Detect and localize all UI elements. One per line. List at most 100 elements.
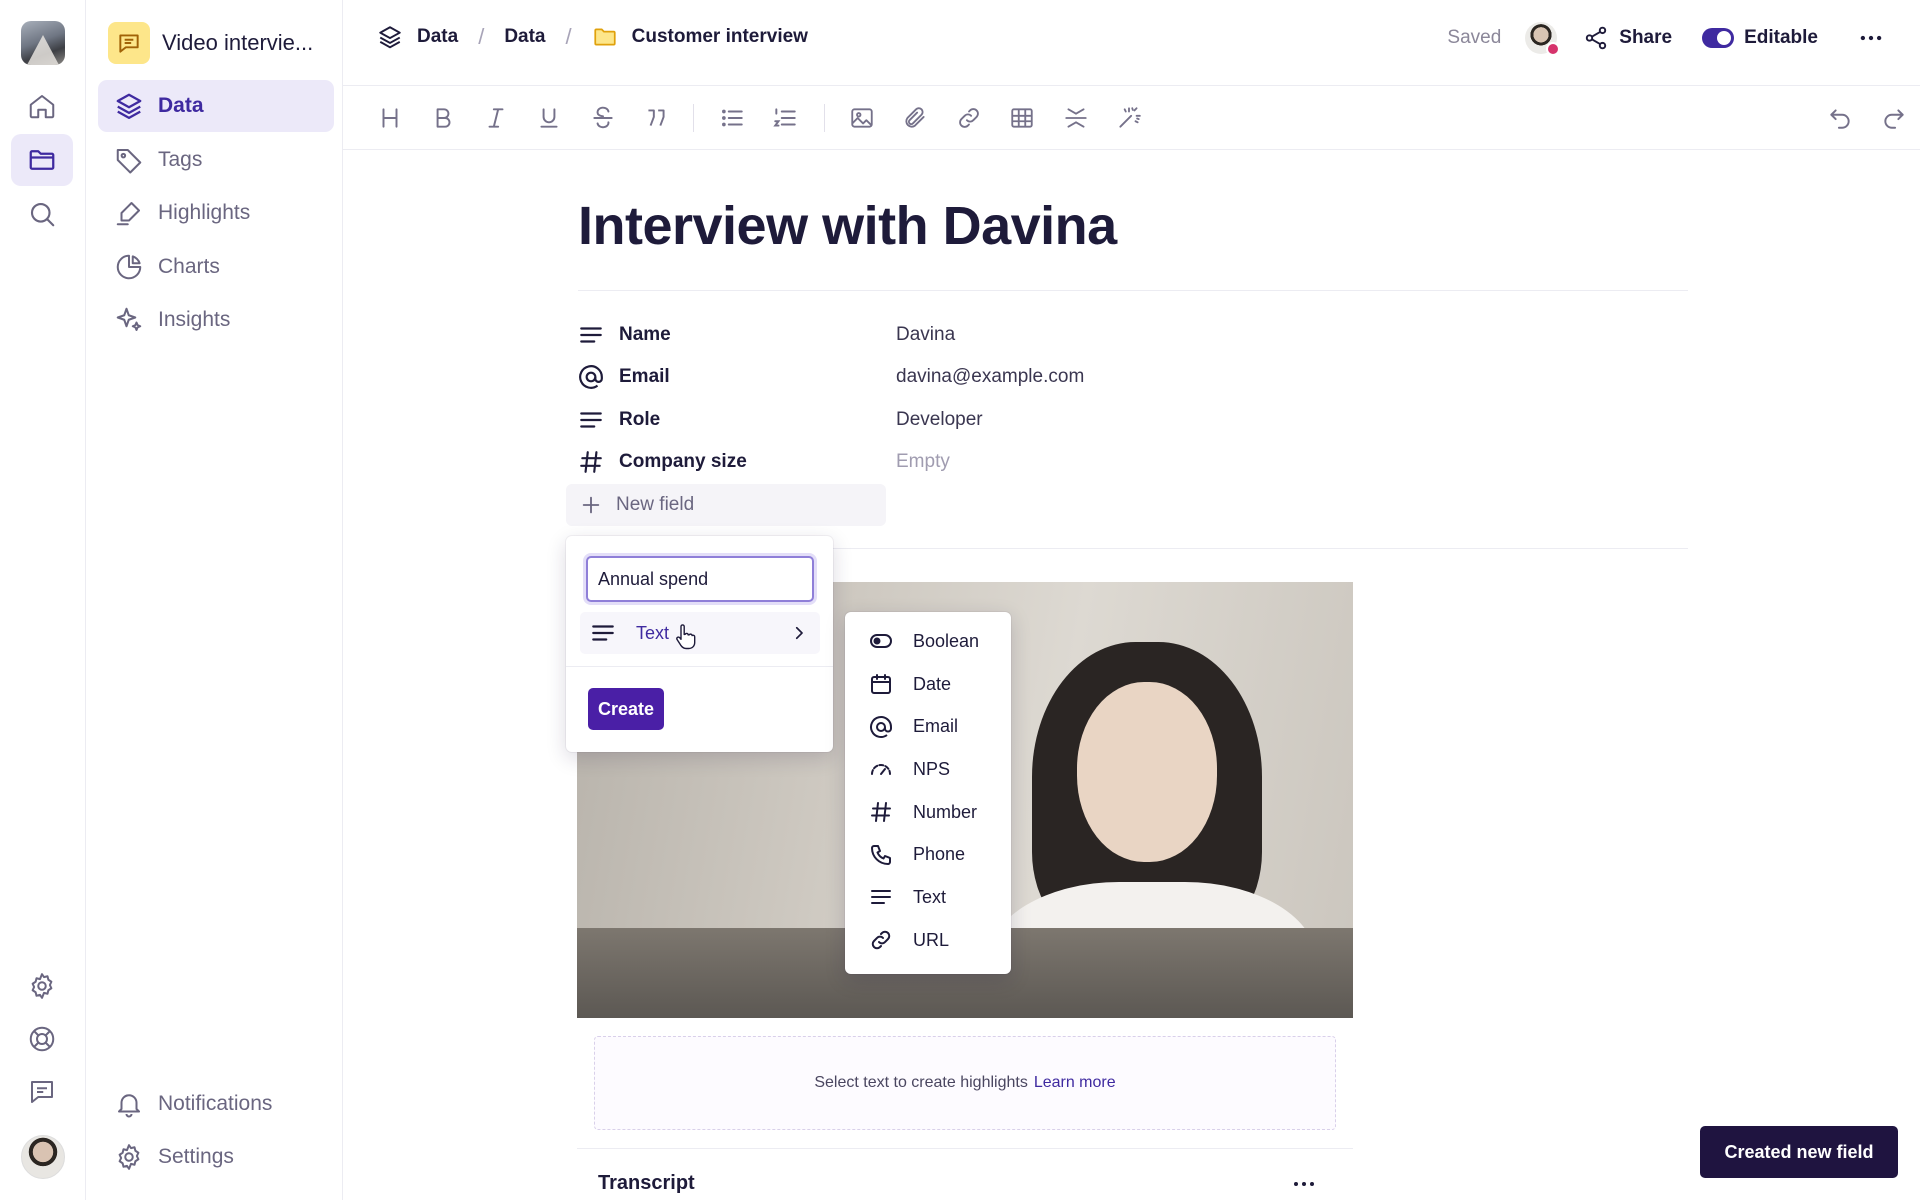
field-type-select[interactable]: Text [580,612,820,654]
type-option-label: Date [913,673,952,694]
sidebar-item-charts[interactable]: Charts [98,241,334,293]
table-icon[interactable] [1006,102,1038,134]
redo-icon[interactable] [1878,102,1910,134]
bell-icon [118,1094,140,1118]
strikethrough-icon[interactable] [587,102,619,134]
hash-icon [580,451,602,473]
calendar-icon [871,674,891,695]
breadcrumb-item[interactable]: Data [504,26,545,48]
sidebar-item-label: Notifications [158,1092,273,1115]
new-field-button[interactable]: New field [566,484,886,526]
type-option-label: NPS [913,758,951,779]
field-type-menu: Boolean Date Email NPS Number Phone Text… [845,612,1011,974]
image-icon[interactable] [846,102,878,134]
toggle-switch[interactable] [1702,28,1735,48]
property-value[interactable]: Developer [896,409,983,431]
underline-icon[interactable] [533,102,565,134]
highlighter-icon [116,202,140,226]
gauge-icon [871,764,891,776]
bullet-list-icon[interactable] [716,102,748,134]
property-value[interactable]: Empty [896,451,950,473]
more-options-icon[interactable] [1292,1178,1316,1190]
sidebar-item-label: Tags [158,148,203,171]
section-divider [577,1148,1353,1149]
chat-icon[interactable] [11,1066,73,1118]
breadcrumb: Data / Data / Customer interview [377,24,808,50]
property-row-name[interactable]: Name Davina [578,318,955,352]
pie-chart-icon [116,254,142,280]
property-row-company-size[interactable]: Company size Empty [578,445,950,479]
at-icon [870,715,892,738]
user-avatar[interactable] [21,1135,65,1179]
undo-icon[interactable] [1824,102,1856,134]
sidebar-item-tags[interactable]: Tags [98,134,334,186]
sidebar-item-highlights[interactable]: Highlights [98,187,334,239]
help-lifebuoy-icon[interactable] [11,1013,73,1065]
folder-icon[interactable] [11,134,73,186]
toast-notification: Created new field [1700,1126,1898,1178]
at-icon [579,365,603,389]
type-option-text[interactable]: Text [845,876,1011,919]
type-option-nps[interactable]: NPS [845,748,1011,791]
hand-cursor-icon [676,624,696,650]
page-title[interactable]: Interview with Davina [578,195,1117,257]
share-label: Share [1619,27,1673,48]
hash-icon [871,802,891,823]
more-options-icon[interactable] [1858,25,1884,51]
property-label: Email [619,366,670,387]
sidebar-item-label: Charts [158,255,220,278]
field-name-input[interactable] [586,556,814,602]
property-value[interactable]: Davina [896,324,955,346]
sidebar-item-settings[interactable]: Settings [98,1131,334,1183]
property-row-email[interactable]: Email davina@example.com [578,360,1084,394]
italic-icon[interactable] [480,102,512,134]
type-option-date[interactable]: Date [845,663,1011,706]
project-header[interactable]: Video intervie... [108,22,313,64]
share-button[interactable]: Share [1583,25,1672,51]
sidebar-item-data[interactable]: Data [98,80,334,132]
type-option-phone[interactable]: Phone [845,833,1011,876]
breadcrumb-item[interactable]: Data [417,26,458,48]
magic-wand-icon[interactable] [1113,102,1145,134]
bold-icon[interactable] [427,102,459,134]
type-option-label: URL [913,929,950,950]
top-actions: Saved Share Editable [1447,22,1884,56]
property-value[interactable]: davina@example.com [896,366,1084,388]
project-name: Video intervie... [162,30,314,55]
learn-more-link[interactable]: Learn more [1034,1074,1116,1092]
folder-icon [594,28,616,46]
heading-icon[interactable] [374,102,406,134]
editable-toggle[interactable]: Editable [1702,27,1818,49]
layers-icon [379,26,401,49]
layers-icon [116,93,142,119]
link-icon[interactable] [953,102,985,134]
sidebar-item-label: Insights [158,308,231,331]
create-button[interactable]: Create [588,688,665,730]
breadcrumb-current[interactable]: Customer interview [632,26,808,48]
workspace-logo[interactable] [21,21,65,65]
sidebar-item-label: Data [158,94,204,117]
quote-icon[interactable] [640,102,672,134]
field-type-label: Text [636,622,670,643]
text-lines-icon [592,625,614,641]
type-option-number[interactable]: Number [845,791,1011,834]
type-option-url[interactable]: URL [845,919,1011,962]
gear-icon[interactable] [11,960,73,1012]
new-field-popover: Text Create [566,536,833,752]
numbered-list-icon[interactable] [769,102,801,134]
collaborator-avatar[interactable] [1525,22,1561,56]
type-option-boolean[interactable]: Boolean [845,620,1011,663]
property-row-role[interactable]: Role Developer [578,403,983,437]
home-icon[interactable] [11,80,73,132]
property-label: Company size [619,451,747,472]
search-icon[interactable] [11,188,73,240]
chat-bubble-icon [108,22,150,64]
sidebar-item-insights[interactable]: Insights [98,294,334,346]
toolbar-divider [693,104,694,132]
attachment-icon[interactable] [899,102,931,134]
sidebar-item-notifications[interactable]: Notifications [98,1078,334,1130]
divider-icon[interactable] [1060,102,1092,134]
popover-divider [566,666,833,667]
type-option-email[interactable]: Email [845,705,1011,748]
breadcrumb-separator: / [565,24,572,49]
